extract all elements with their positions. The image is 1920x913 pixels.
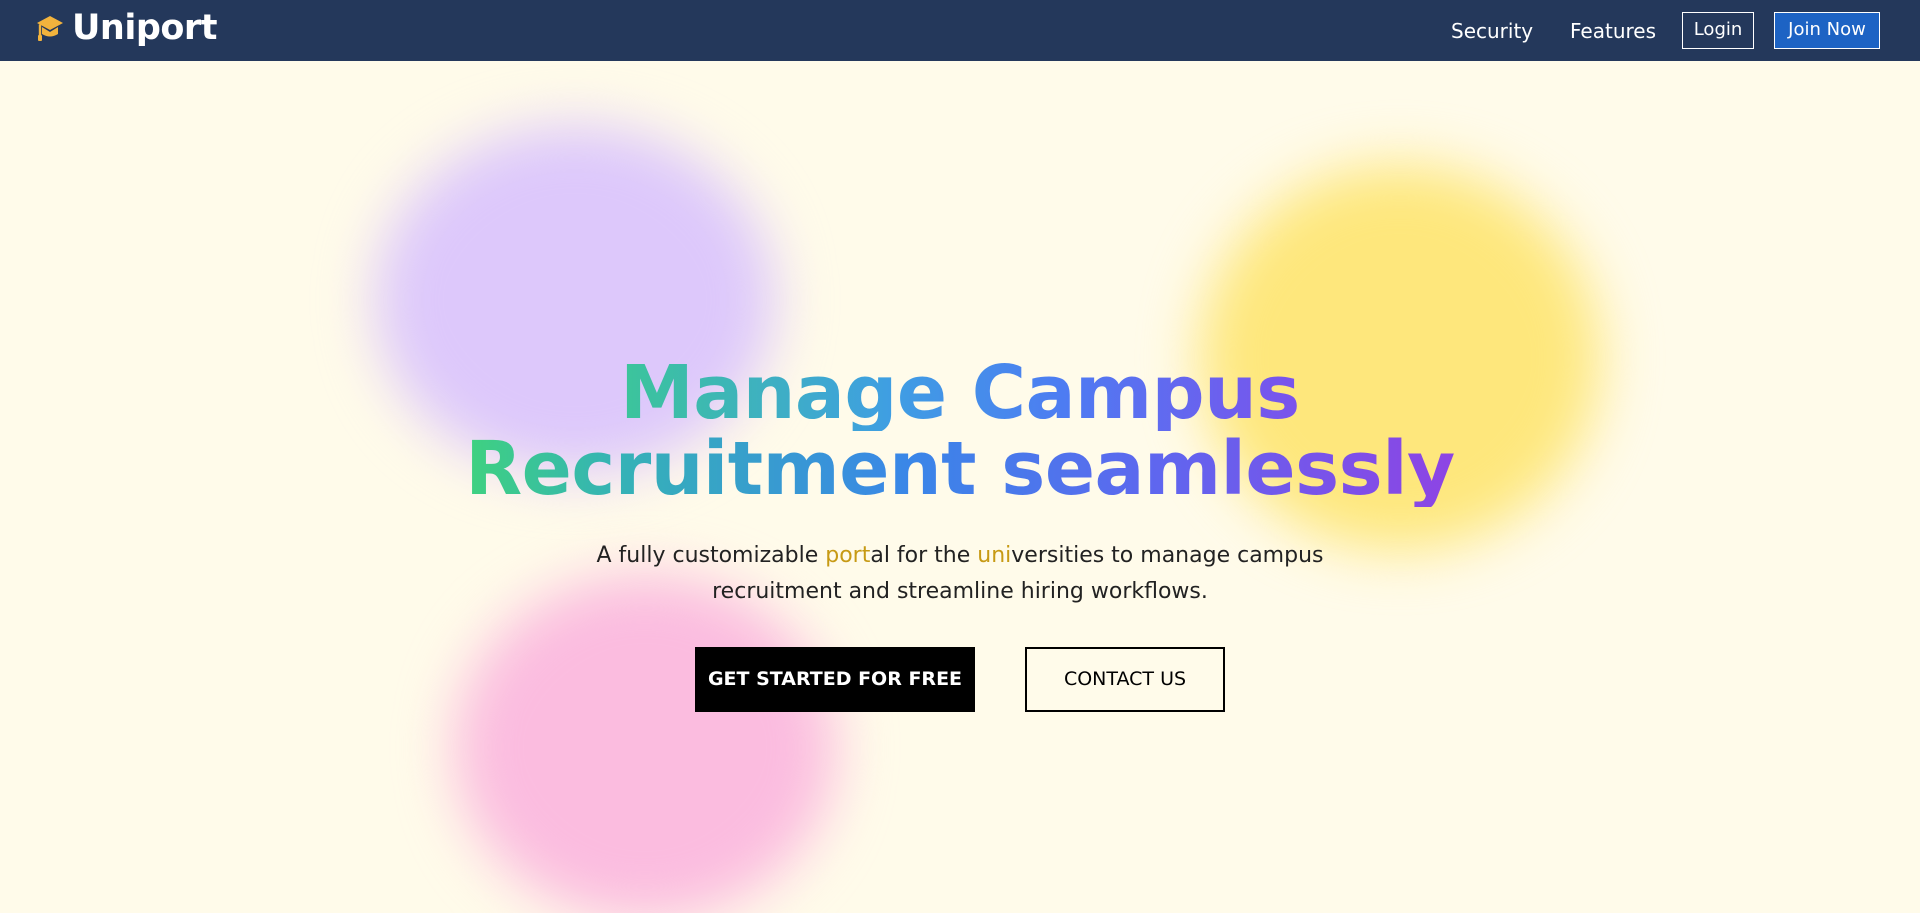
get-started-button[interactable]: GET STARTED FOR FREE — [695, 647, 975, 712]
graduation-cap-icon — [34, 12, 66, 44]
subtitle-text-1: A fully customizable — [596, 543, 826, 568]
login-button[interactable]: Login — [1682, 12, 1754, 49]
subtitle-highlight-port: port — [825, 543, 871, 568]
brand-logo[interactable]: Uniport — [34, 10, 217, 46]
nav-link-features[interactable]: Features — [1570, 19, 1656, 43]
subtitle-text-2: al for the — [870, 543, 978, 568]
headline-line-1: Manage Campus — [620, 350, 1300, 436]
brand-name: Uniport — [72, 8, 217, 48]
subtitle-highlight-uni: uni — [977, 543, 1012, 568]
nav-link-security[interactable]: Security — [1451, 19, 1533, 43]
hero-subtitle: A fully customizable portal for the univ… — [560, 538, 1360, 610]
headline-line-2: Recruitment seamlessly — [465, 426, 1455, 512]
join-now-button[interactable]: Join Now — [1774, 12, 1880, 49]
contact-us-button[interactable]: CONTACT US — [1025, 647, 1225, 712]
decorative-pink-blob — [455, 575, 835, 913]
hero-headline: Manage Campus Recruitment seamlessly — [0, 355, 1920, 507]
top-navbar: Uniport Security Features Login Join Now — [0, 0, 1920, 61]
